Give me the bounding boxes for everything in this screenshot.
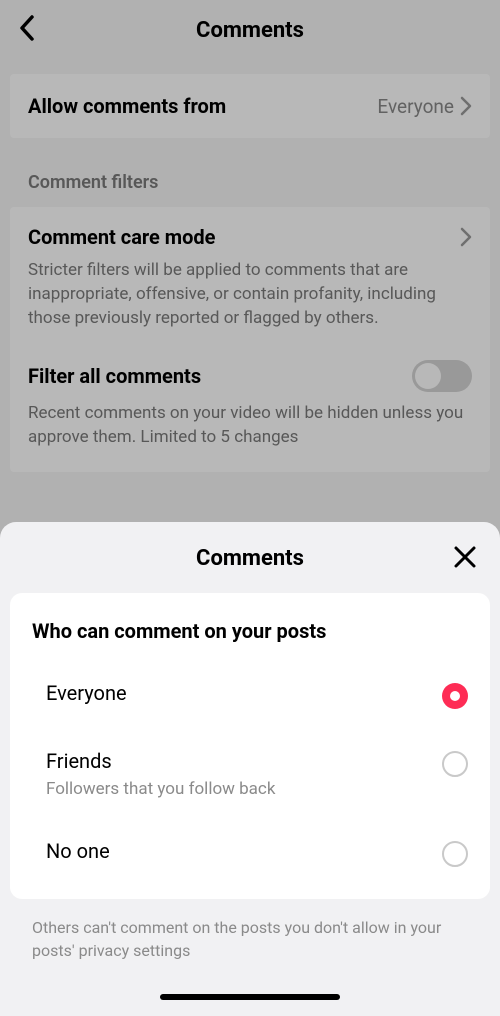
option-label: Friends (46, 749, 442, 773)
options-card: Who can comment on your posts Everyone F… (10, 593, 490, 899)
options-card-title: Who can comment on your posts (32, 619, 468, 643)
option-label: No one (46, 839, 442, 863)
close-button[interactable] (452, 544, 478, 574)
option-friends[interactable]: Friends Followers that you follow back (32, 735, 468, 825)
option-no-one[interactable]: No one (32, 825, 468, 893)
home-indicator[interactable] (160, 994, 340, 1000)
footer-note: Others can't comment on the posts you do… (10, 899, 490, 972)
option-sublabel: Followers that you follow back (46, 779, 442, 799)
radio-unselected (442, 841, 468, 867)
radio-unselected (442, 751, 468, 777)
comments-sheet: Comments Who can comment on your posts E… (0, 522, 500, 1016)
radio-selected (442, 683, 468, 709)
sheet-title: Comments (196, 546, 304, 571)
option-everyone[interactable]: Everyone (32, 667, 468, 735)
close-icon (452, 544, 478, 570)
option-label: Everyone (46, 681, 442, 705)
